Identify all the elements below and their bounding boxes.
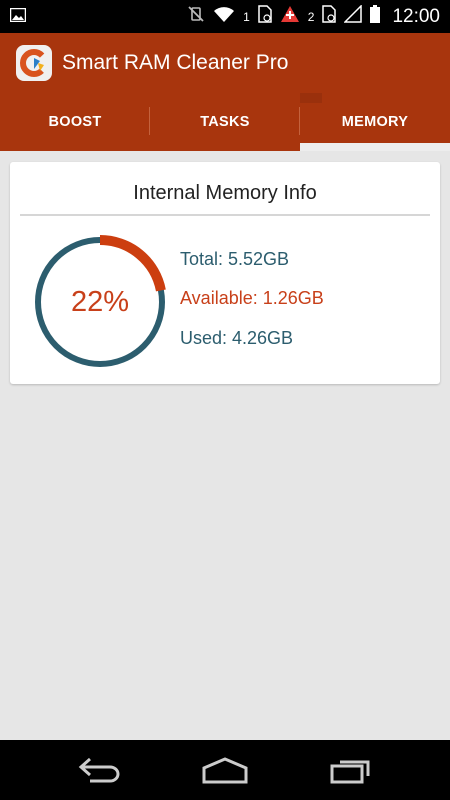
status-bar: 1 2 12:00 — [0, 0, 450, 33]
tab-boost[interactable]: BOOST — [0, 93, 150, 151]
tab-memory[interactable]: MEMORY — [300, 93, 450, 151]
wifi-icon — [213, 6, 235, 28]
sim1-icon — [258, 5, 272, 28]
tab-shade — [300, 93, 322, 103]
clock: 12:00 — [392, 5, 440, 27]
card-title: Internal Memory Info — [133, 182, 317, 204]
signal-icon — [343, 4, 363, 28]
total-memory: Total: 5.52GB — [180, 249, 290, 269]
back-icon[interactable] — [78, 756, 122, 789]
navigation-bar — [0, 740, 450, 800]
sim1-label: 1 — [243, 9, 250, 24]
app-title: Smart RAM Cleaner Pro — [62, 51, 289, 74]
app-logo-icon — [16, 45, 52, 81]
memory-info-card: Internal Memory Info 22% Total: 5.52GB A… — [10, 162, 440, 384]
card-divider — [20, 214, 430, 216]
sim2-icon — [322, 5, 337, 28]
home-icon[interactable] — [201, 756, 249, 789]
memory-percent: 22% — [70, 285, 130, 318]
active-tab-indicator — [300, 143, 450, 151]
recents-icon[interactable] — [330, 756, 374, 789]
tab-boost-label: BOOST — [48, 114, 102, 130]
roaming-alert-icon — [280, 5, 300, 28]
tab-tasks[interactable]: TASKS — [150, 93, 300, 151]
tab-bar: BOOST TASKS MEMORY — [0, 93, 450, 151]
available-memory: Available: 1.26GB — [180, 288, 324, 308]
tab-tasks-label: TASKS — [200, 114, 250, 130]
gallery-notification-icon — [9, 7, 27, 27]
action-bar: Smart RAM Cleaner Pro — [0, 33, 450, 93]
used-memory: Used: 4.26GB — [180, 328, 294, 348]
tab-memory-label: MEMORY — [341, 114, 409, 130]
battery-icon — [370, 5, 381, 28]
vibrate-mute-icon — [187, 5, 205, 28]
sim2-label: 2 — [307, 9, 315, 24]
